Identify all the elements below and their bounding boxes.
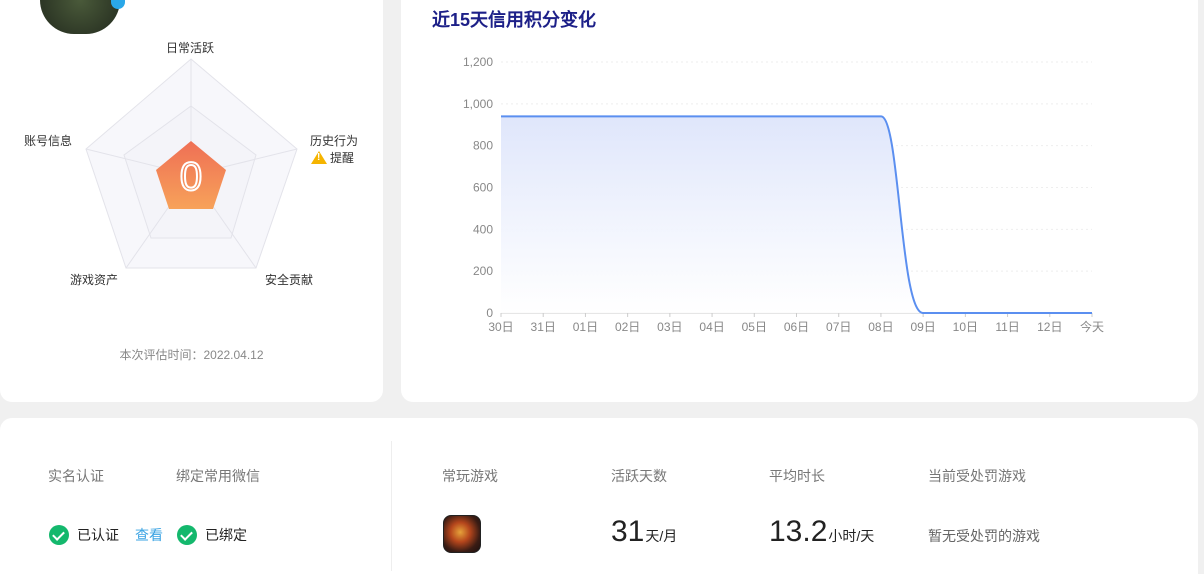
x-tick-label: 10日 [953,320,978,334]
radar-label-game-assets: 游戏资产 [70,273,119,287]
realname-label: 实名认证 [48,468,104,484]
account-summary-card [0,418,1198,574]
wechat-status-text: 已绑定 [205,527,247,543]
x-tick-label: 04日 [699,320,724,334]
y-tick-label: 1,200 [463,55,493,69]
y-tick-label: 400 [473,222,493,236]
x-tick-label: 02日 [615,320,640,334]
penalty-label: 当前受处罚游戏 [928,468,1026,484]
game-icon[interactable] [443,515,481,553]
x-tick-label: 31日 [531,320,556,334]
avg-time-stat: 13.2小时/天 [769,515,874,549]
y-tick-label: 600 [473,181,493,195]
x-tick-label: 今天 [1080,319,1104,334]
radar-label-account-info: 账号信息 [24,134,73,148]
active-days-unit: 天/月 [645,528,678,544]
y-tick-label: 1,000 [463,97,493,111]
evaluation-time: 本次评估时间：2022.04.12 [119,348,264,362]
radar-label-security-contribution: 安全贡献 [265,273,314,287]
active-days-stat: 31天/月 [611,515,677,549]
x-tick-label: 30日 [488,320,513,334]
x-tick-label: 03日 [657,320,682,334]
wechat-label: 绑定常用微信 [176,468,260,484]
warning-icon [311,151,327,164]
history-warning[interactable]: 提醒 [311,149,354,166]
x-tick-label: 06日 [784,320,809,334]
radar-label-history-behavior: 历史行为 [310,134,359,148]
realname-status: 已认证 查看 [49,525,163,545]
x-tick-label: 11日 [995,320,1019,334]
series-area [501,116,1092,313]
radar-label-daily-activity: 日常活跃 [166,41,215,55]
check-circle-icon [177,525,197,545]
realname-status-text: 已认证 [77,527,119,543]
section-divider [391,441,392,571]
penalty-value: 暂无受处罚的游戏 [928,528,1040,544]
y-tick-label: 0 [486,306,493,320]
avg-time-unit: 小时/天 [828,528,875,544]
y-tick-label: 800 [473,139,493,153]
warning-text: 提醒 [330,151,355,165]
view-realname-link[interactable]: 查看 [135,525,163,545]
y-tick-label: 200 [473,264,493,278]
avg-time-value: 13.2 [769,515,828,548]
score-value: 0 [180,155,202,199]
credit-line-chart: 0 200 400 600 800 1,000 1,200 30日 31日 01日 02日 03日 04… [463,55,1104,334]
check-circle-icon [49,525,69,545]
x-tick-label: 09日 [910,320,935,334]
x-tick-label: 12日 [1037,320,1062,334]
wechat-status: 已绑定 [177,525,247,545]
x-tick-label: 05日 [742,320,767,334]
x-tick-label: 01日 [573,320,598,334]
active-days-value: 31 [611,515,645,548]
x-tick-label: 07日 [826,320,851,334]
frequent-games-label: 常玩游戏 [442,468,498,484]
active-days-label: 活跃天数 [611,468,667,484]
x-tick-label: 08日 [868,320,893,334]
avg-time-label: 平均时长 [769,468,825,484]
